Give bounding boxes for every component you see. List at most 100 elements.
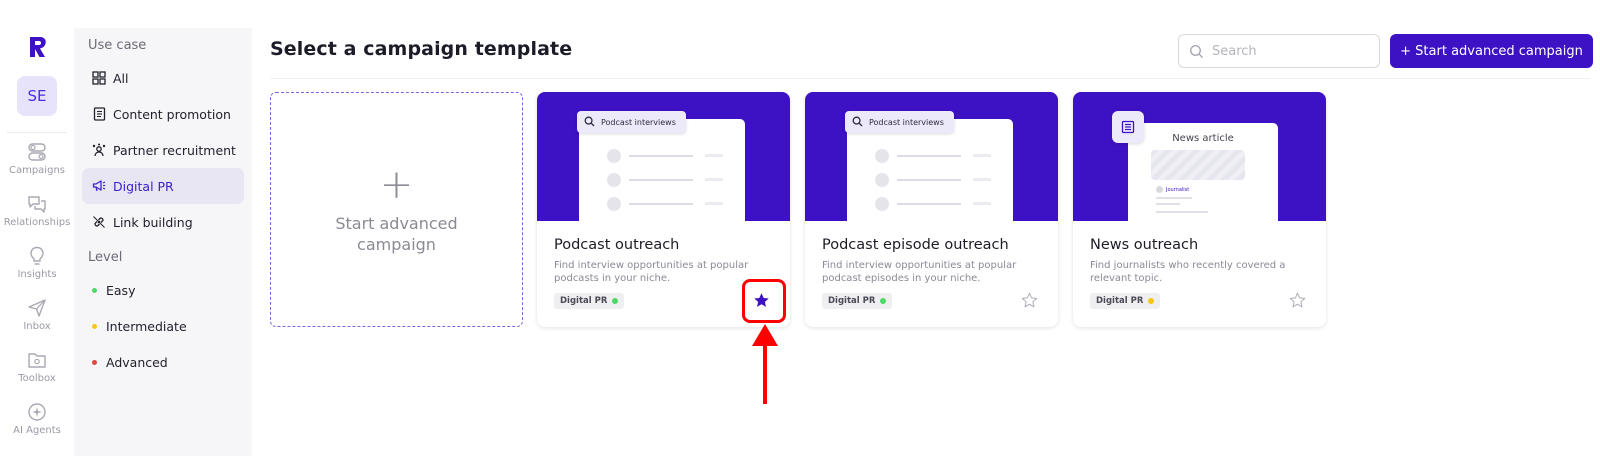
mock-article-image bbox=[1151, 150, 1245, 180]
star-outline-icon bbox=[1289, 292, 1305, 307]
filter-item-partner-recruitment[interactable]: Partner recruitment bbox=[82, 132, 244, 168]
rail-item-ai-agents[interactable]: AI Agents bbox=[0, 401, 74, 445]
rail-item-inbox[interactable]: Inbox bbox=[0, 297, 74, 341]
annotation-arrow-icon bbox=[752, 324, 778, 404]
card-body: News outreach Find journalists who recen… bbox=[1073, 221, 1326, 327]
mock-line bbox=[1156, 197, 1192, 199]
grid-icon bbox=[92, 71, 106, 85]
rail-item-insights[interactable]: Insights bbox=[0, 245, 74, 289]
card-body: Podcast episode outreach Find interview … bbox=[805, 221, 1058, 327]
rail-label: Insights bbox=[17, 269, 57, 280]
chip-label: Podcast interviews bbox=[869, 117, 944, 127]
tag-label: Digital PR bbox=[828, 296, 876, 306]
tag-label: Digital PR bbox=[560, 296, 608, 306]
mock-list-preview bbox=[847, 119, 1013, 221]
search-box[interactable] bbox=[1178, 34, 1380, 68]
card-description: Find interview opportunities at popular … bbox=[554, 260, 749, 284]
rail-label: AI Agents bbox=[13, 425, 61, 436]
header-divider bbox=[270, 78, 1590, 79]
people-icon bbox=[92, 143, 106, 157]
filter-label: Advanced bbox=[106, 354, 168, 370]
filter-label: All bbox=[113, 70, 129, 86]
mock-row bbox=[875, 197, 995, 211]
search-icon bbox=[852, 116, 863, 127]
mock-row bbox=[607, 149, 727, 163]
card-banner: Podcast interviews bbox=[805, 92, 1058, 221]
level-dot-yellow bbox=[1148, 298, 1155, 304]
lightbulb-icon bbox=[30, 246, 44, 265]
favorite-star-button[interactable] bbox=[1284, 287, 1310, 313]
campaigns-icon bbox=[28, 143, 46, 161]
filter-item-intermediate[interactable]: Intermediate bbox=[82, 308, 244, 344]
newspaper-icon bbox=[1112, 111, 1144, 143]
megaphone-icon bbox=[92, 180, 106, 192]
rail-label: Inbox bbox=[23, 321, 51, 332]
mock-article-title: News article bbox=[1172, 133, 1234, 144]
filter-item-easy[interactable]: Easy bbox=[82, 272, 244, 308]
start-advanced-campaign-card[interactable]: + Start advanced campaign bbox=[270, 92, 523, 327]
filter-label: Content promotion bbox=[113, 106, 231, 122]
level-dot-green bbox=[880, 298, 887, 304]
podcast-interviews-chip: Podcast interviews bbox=[845, 111, 954, 133]
filter-item-content-promotion[interactable]: Content promotion bbox=[82, 96, 244, 132]
star-outline-icon bbox=[1021, 292, 1037, 307]
app-window: SE Campaigns Relationships Insights Inbo… bbox=[0, 0, 1600, 475]
filter-item-digital-pr[interactable]: Digital PR bbox=[82, 168, 244, 204]
filter-item-all[interactable]: All bbox=[82, 60, 244, 96]
mock-row bbox=[875, 173, 995, 187]
search-icon bbox=[1189, 44, 1203, 58]
level-dot-green bbox=[612, 298, 619, 304]
tag-badge: Digital PR bbox=[1090, 293, 1161, 309]
card-description: Find interview opportunities at popular … bbox=[822, 260, 1017, 284]
logo-icon[interactable] bbox=[24, 34, 50, 60]
filter-sidebar: Use case All Content promotion Partner r… bbox=[74, 28, 252, 456]
card-banner: News article Journalist bbox=[1073, 92, 1326, 221]
tag-badge: Digital PR bbox=[554, 293, 625, 309]
level-dot-red bbox=[92, 359, 97, 365]
rail-item-campaigns[interactable]: Campaigns bbox=[0, 141, 74, 185]
tag-label: Digital PR bbox=[1096, 296, 1144, 306]
rail-item-relationships[interactable]: Relationships bbox=[0, 193, 74, 237]
link-icon bbox=[93, 216, 105, 228]
tag-badge: Digital PR bbox=[822, 293, 893, 309]
template-card-news-outreach[interactable]: News article Journalist News outreach Fi… bbox=[1073, 92, 1326, 327]
template-card-podcast-episode-outreach[interactable]: Podcast interviews Podcast episode outre… bbox=[805, 92, 1058, 327]
folder-icon bbox=[28, 353, 46, 368]
avatar[interactable]: SE bbox=[17, 76, 57, 116]
mock-line bbox=[1156, 203, 1180, 205]
mock-row bbox=[607, 173, 727, 187]
mock-line bbox=[1156, 211, 1208, 213]
rail-label: Campaigns bbox=[8, 165, 65, 176]
rail-divider bbox=[7, 132, 67, 133]
filter-item-link-building[interactable]: Link building bbox=[82, 204, 244, 240]
filter-item-advanced[interactable]: Advanced bbox=[82, 344, 244, 380]
document-icon bbox=[93, 107, 106, 121]
filter-label: Link building bbox=[113, 214, 193, 230]
start-advanced-campaign-label: Start advanced campaign bbox=[335, 213, 458, 254]
filter-label: Intermediate bbox=[106, 318, 187, 334]
mock-list-preview bbox=[579, 119, 745, 221]
filter-label: Partner recruitment bbox=[113, 142, 236, 158]
favorite-star-button[interactable] bbox=[1016, 287, 1042, 313]
page-title: Select a campaign template bbox=[270, 38, 573, 60]
card-title: News outreach bbox=[1090, 237, 1199, 253]
relationships-icon bbox=[28, 196, 46, 213]
mock-row bbox=[607, 197, 727, 211]
ai-agent-icon bbox=[28, 403, 46, 421]
mock-article-preview: News article Journalist bbox=[1128, 123, 1278, 221]
level-dot-yellow bbox=[92, 323, 97, 329]
rail-label: Relationships bbox=[3, 217, 71, 228]
card-banner: Podcast interviews bbox=[537, 92, 790, 221]
icon-rail: SE Campaigns Relationships Insights Inbo… bbox=[0, 28, 74, 456]
level-heading: Level bbox=[88, 250, 123, 265]
mock-journalist-chip: Journalist bbox=[1156, 186, 1189, 193]
podcast-interviews-chip: Podcast interviews bbox=[577, 111, 686, 133]
annotation-highlight-box bbox=[742, 279, 786, 323]
filter-label: Digital PR bbox=[113, 178, 174, 194]
card-title: Podcast outreach bbox=[554, 237, 680, 253]
search-input[interactable] bbox=[1212, 43, 1362, 59]
start-advanced-campaign-button[interactable]: + Start advanced campaign bbox=[1390, 34, 1593, 68]
use-case-heading: Use case bbox=[88, 38, 147, 53]
rail-item-toolbox[interactable]: Toolbox bbox=[0, 349, 74, 393]
chip-label: Podcast interviews bbox=[601, 117, 676, 127]
